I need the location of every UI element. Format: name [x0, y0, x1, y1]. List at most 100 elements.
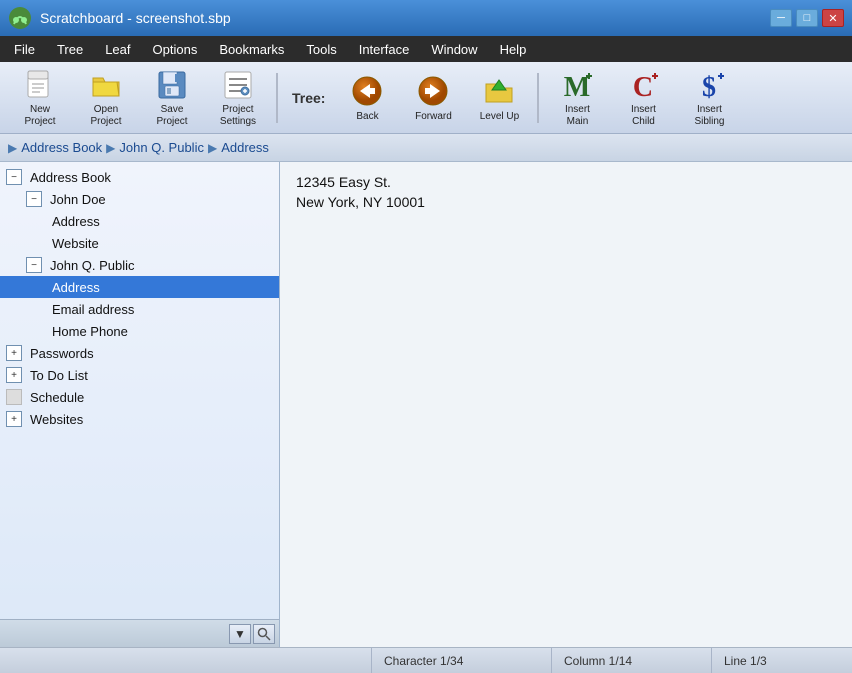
open-project-icon — [88, 68, 124, 102]
tree-label-email-jqp: Email address — [52, 302, 134, 317]
tree-toggle-john-doe[interactable]: − — [26, 191, 42, 207]
tree-toggle-passwords[interactable]: + — [6, 345, 22, 361]
back-button[interactable]: Back — [335, 67, 399, 129]
save-project-icon — [154, 68, 190, 102]
tree-item-todo[interactable]: + To Do List — [0, 364, 279, 386]
tree-label-passwords: Passwords — [30, 346, 94, 361]
tree-toggle-todo[interactable]: + — [6, 367, 22, 383]
back-icon — [349, 73, 385, 109]
insert-child-label: InsertChild — [631, 104, 656, 128]
open-project-label: OpenProject — [90, 104, 121, 128]
svg-text:$: $ — [702, 72, 716, 102]
tree-item-email-jqp[interactable]: Email address — [0, 298, 279, 320]
title-left: Scratchboard - screenshot.sbp — [8, 6, 231, 30]
tree-label-address-jqp: Address — [52, 280, 100, 295]
window-title: Scratchboard - screenshot.sbp — [40, 10, 231, 26]
project-settings-button[interactable]: ProjectSettings — [206, 67, 270, 129]
save-project-button[interactable]: SaveProject — [140, 67, 204, 129]
title-bar: Scratchboard - screenshot.sbp ─ □ ✕ — [0, 0, 852, 36]
insert-main-button[interactable]: M InsertMain — [545, 67, 609, 129]
sidebar-bottom: ▼ — [0, 619, 279, 647]
breadcrumb-arrow-0: ▶ — [8, 141, 17, 155]
insert-main-label: InsertMain — [565, 104, 590, 128]
content-line-1: 12345 Easy St. — [296, 174, 836, 190]
insert-sibling-label: InsertSibling — [694, 104, 724, 128]
menu-tree[interactable]: Tree — [47, 39, 93, 60]
status-column: Column 1/14 — [552, 648, 712, 673]
toolbar-sep-1 — [276, 73, 278, 123]
tree-item-john-doe[interactable]: − John Doe — [0, 188, 279, 210]
tree-scroll[interactable]: − Address Book − John Doe Address Websit… — [0, 162, 279, 619]
tree-toggle-john-q-public[interactable]: − — [26, 257, 42, 273]
menu-help[interactable]: Help — [490, 39, 537, 60]
new-project-button[interactable]: NewProject — [8, 67, 72, 129]
tree-label-address-book: Address Book — [30, 170, 111, 185]
status-character: Character 1/34 — [372, 648, 552, 673]
tree-label-websites: Websites — [30, 412, 83, 427]
tree-label: Tree: — [284, 90, 333, 106]
main-content: − Address Book − John Doe Address Websit… — [0, 162, 852, 647]
content-line-2: New York, NY 10001 — [296, 194, 836, 210]
tree-label-john-q-public: John Q. Public — [50, 258, 135, 273]
open-project-button[interactable]: OpenProject — [74, 67, 138, 129]
tree-label-homephone-jqp: Home Phone — [52, 324, 128, 339]
level-up-button[interactable]: Level Up — [467, 67, 531, 129]
tree-toggle-address-book[interactable]: − — [6, 169, 22, 185]
menu-leaf[interactable]: Leaf — [95, 39, 140, 60]
menu-bookmarks[interactable]: Bookmarks — [209, 39, 294, 60]
breadcrumb: ▶ Address Book ▶ John Q. Public ▶ Addres… — [0, 134, 852, 162]
insert-child-button[interactable]: C InsertChild — [611, 67, 675, 129]
tree-item-address-jd[interactable]: Address — [0, 210, 279, 232]
toolbar: NewProject OpenProject SaveProject — [0, 62, 852, 134]
menu-tools[interactable]: Tools — [296, 39, 346, 60]
menu-options[interactable]: Options — [143, 39, 208, 60]
tree-label-website-jd: Website — [52, 236, 99, 251]
forward-label: Forward — [415, 111, 452, 122]
sidebar-search-button[interactable] — [253, 624, 275, 644]
tree-label-todo: To Do List — [30, 368, 88, 383]
tree-label-address-jd: Address — [52, 214, 100, 229]
tree-item-address-jqp[interactable]: Address — [0, 276, 279, 298]
status-line: Line 1/3 — [712, 648, 852, 673]
tree-label-john-doe: John Doe — [50, 192, 106, 207]
tree-item-website-jd[interactable]: Website — [0, 232, 279, 254]
app-icon — [8, 6, 32, 30]
toolbar-sep-2 — [537, 73, 539, 123]
forward-icon — [415, 73, 451, 109]
sidebar: − Address Book − John Doe Address Websit… — [0, 162, 280, 647]
insert-main-icon: M — [559, 68, 595, 102]
sidebar-scroll-down-button[interactable]: ▼ — [229, 624, 251, 644]
insert-sibling-icon: $ — [691, 68, 727, 102]
tree-toggle-websites[interactable]: + — [6, 411, 22, 427]
save-project-label: SaveProject — [156, 104, 187, 128]
breadcrumb-address[interactable]: Address — [221, 140, 269, 155]
breadcrumb-address-book[interactable]: Address Book — [21, 140, 102, 155]
menu-window[interactable]: Window — [421, 39, 487, 60]
tree-item-websites[interactable]: + Websites — [0, 408, 279, 430]
minimize-button[interactable]: ─ — [770, 9, 792, 27]
breadcrumb-arrow-2: ▶ — [208, 141, 217, 155]
insert-child-icon: C — [625, 68, 661, 102]
tree-item-schedule[interactable]: Schedule — [0, 386, 279, 408]
tree-item-john-q-public[interactable]: − John Q. Public — [0, 254, 279, 276]
breadcrumb-arrow-1: ▶ — [106, 141, 115, 155]
menu-file[interactable]: File — [4, 39, 45, 60]
tree-item-address-book[interactable]: − Address Book — [0, 166, 279, 188]
close-button[interactable]: ✕ — [822, 9, 844, 27]
status-bar: Character 1/34 Column 1/14 Line 1/3 — [0, 647, 852, 673]
forward-button[interactable]: Forward — [401, 67, 465, 129]
menu-bar: File Tree Leaf Options Bookmarks Tools I… — [0, 36, 852, 62]
tree-item-passwords[interactable]: + Passwords — [0, 342, 279, 364]
insert-sibling-button[interactable]: $ InsertSibling — [677, 67, 741, 129]
maximize-button[interactable]: □ — [796, 9, 818, 27]
project-settings-icon — [220, 68, 256, 102]
content-area[interactable]: 12345 Easy St. New York, NY 10001 — [280, 162, 852, 647]
level-up-label: Level Up — [480, 111, 519, 122]
new-project-icon — [22, 68, 58, 102]
menu-interface[interactable]: Interface — [349, 39, 420, 60]
breadcrumb-john-q-public[interactable]: John Q. Public — [119, 140, 204, 155]
tree-toggle-schedule[interactable] — [6, 389, 22, 405]
status-empty — [0, 648, 372, 673]
level-up-icon — [481, 73, 517, 109]
tree-item-homephone-jqp[interactable]: Home Phone — [0, 320, 279, 342]
